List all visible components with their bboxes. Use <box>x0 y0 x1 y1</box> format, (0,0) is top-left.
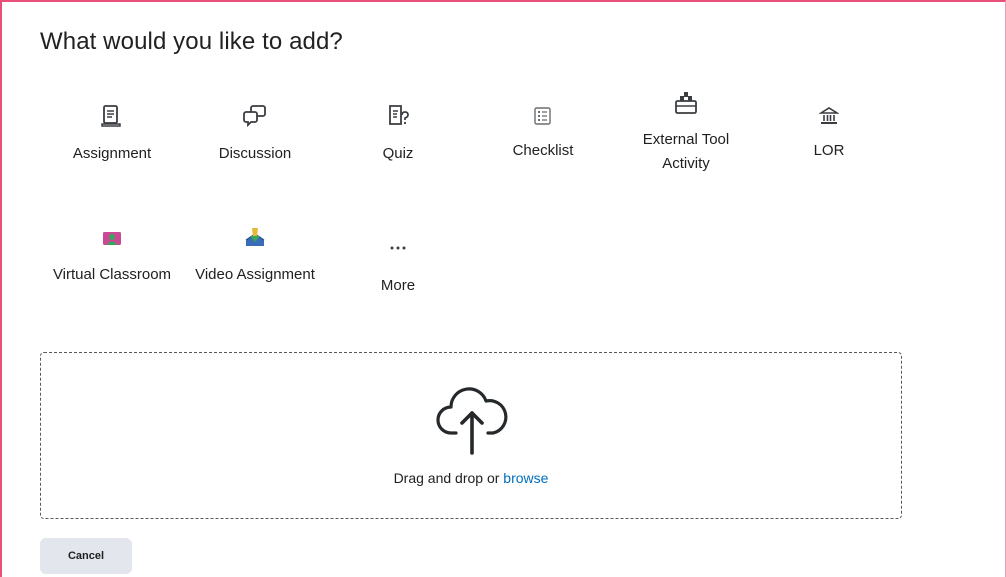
tile-external-tool-activity[interactable]: External Tool Activity <box>626 88 746 188</box>
tile-label: More <box>380 277 416 294</box>
file-dropzone[interactable]: Drag and drop or browse <box>40 352 902 519</box>
quiz-icon <box>338 104 458 128</box>
lor-icon <box>769 106 889 126</box>
discussion-icon <box>195 104 315 128</box>
virtual-classroom-icon <box>52 230 172 248</box>
tile-video-assignment[interactable]: Video Assignment <box>195 226 315 326</box>
assignment-icon <box>52 104 172 128</box>
dialog-title: What would you like to add? <box>40 28 343 55</box>
tile-label: LOR <box>813 142 845 159</box>
tile-label: External Tool Activity <box>642 131 730 172</box>
video-assignment-icon <box>195 226 315 248</box>
upload-cloud-icon <box>434 383 510 460</box>
cancel-button[interactable]: Cancel <box>40 538 132 574</box>
tile-assignment[interactable]: Assignment <box>52 96 172 196</box>
tile-lor[interactable]: LOR <box>769 96 889 196</box>
checklist-icon <box>483 106 603 126</box>
tile-checklist[interactable]: Checklist <box>483 96 603 196</box>
dropzone-instruction: Drag and drop or <box>393 470 504 486</box>
tile-label: Assignment <box>72 145 152 162</box>
tile-label: Discussion <box>218 145 292 162</box>
tile-virtual-classroom[interactable]: Virtual Classroom <box>52 226 172 326</box>
dropzone-text: Drag and drop or browse <box>41 470 901 486</box>
tile-quiz[interactable]: Quiz <box>338 96 458 196</box>
tile-label: Quiz <box>382 145 414 162</box>
browse-link[interactable]: browse <box>503 470 548 486</box>
external-tool-icon <box>626 90 746 116</box>
tile-label: Virtual Classroom <box>52 266 172 283</box>
tile-label: Checklist <box>512 142 574 159</box>
tile-discussion[interactable]: Discussion <box>195 96 315 196</box>
tile-more[interactable]: More <box>338 240 458 340</box>
tile-label: Video Assignment <box>195 266 315 283</box>
more-icon <box>338 244 458 252</box>
